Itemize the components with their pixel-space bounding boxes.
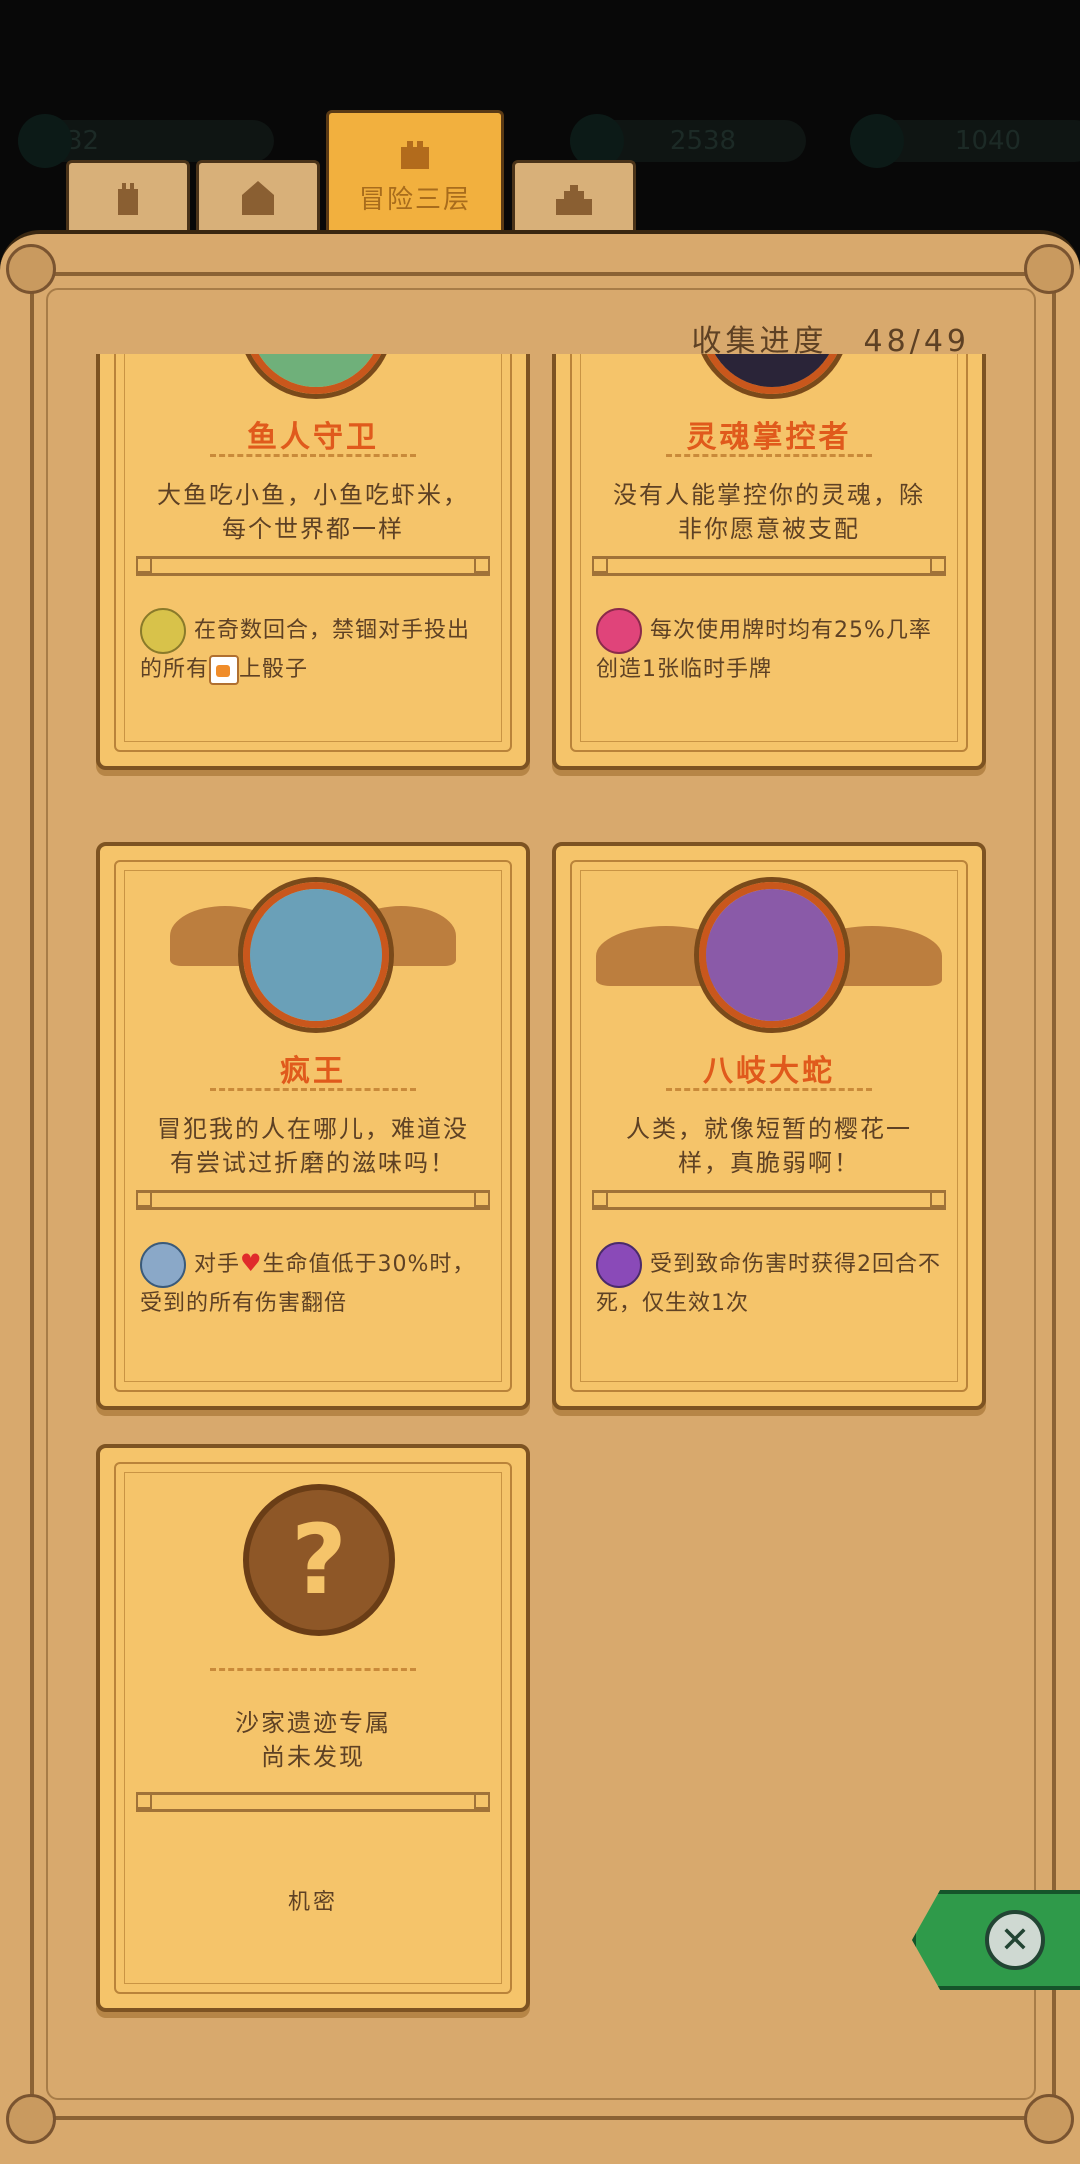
- tab-tower-1[interactable]: [66, 160, 190, 231]
- card-soul-controller[interactable]: 灵魂掌控者 没有人能掌控你的灵魂，除非你愿意被支配 每次使用牌时均有25%几率创…: [552, 354, 986, 770]
- card-divider: [592, 1190, 946, 1210]
- card-divider: [136, 556, 490, 576]
- mad-king-portrait: [243, 882, 389, 1028]
- card-quote: 人类，就像短暂的樱花一样，真脆弱啊！: [626, 1115, 912, 1177]
- serpent-icon: [596, 1242, 642, 1288]
- card-quote: 大鱼吃小鱼，小鱼吃虾米，每个世界都一样: [157, 481, 469, 543]
- card-list[interactable]: 鱼人守卫 大鱼吃小鱼，小鱼吃虾米，每个世界都一样 在奇数回合，禁锢对手投出的所有…: [0, 354, 1080, 2044]
- heart-icon: ♥: [240, 1249, 263, 1277]
- close-button[interactable]: ✕: [912, 1890, 1080, 1990]
- chain-coin-icon: [140, 608, 186, 654]
- coins-display: 1040: [850, 114, 1080, 168]
- card-fish-guard[interactable]: 鱼人守卫 大鱼吃小鱼，小鱼吃虾米，每个世界都一样 在奇数回合，禁锢对手投出的所有…: [96, 354, 530, 770]
- tab-adventure[interactable]: 冒险三层: [326, 110, 504, 231]
- question-mark-icon: ?: [243, 1484, 395, 1636]
- card-name: 疯王: [280, 1054, 346, 1089]
- fortress-icon: [401, 140, 429, 169]
- level-icon: [18, 114, 72, 168]
- card-name: 八岐大蛇: [703, 1054, 835, 1089]
- corner-ornament: [6, 244, 56, 294]
- castle-icon: [242, 181, 274, 215]
- card-quote: 没有人能掌控你的灵魂，除非你愿意被支配: [613, 481, 925, 543]
- tab-adventure-label: 冒险三层: [358, 184, 471, 215]
- card-divider: [136, 1792, 490, 1812]
- horn-icon: [140, 1242, 186, 1288]
- dice-icon: [209, 655, 240, 685]
- card-ability: 在奇数回合，禁锢对手投出的所有 上骰子: [140, 608, 492, 686]
- soul-icon: [596, 608, 642, 654]
- orochi-portrait: [699, 882, 845, 1028]
- card-ability: 对手♥生命值低于30%时，受到的所有伤害翻倍: [140, 1242, 492, 1320]
- tab-tower-2[interactable]: [196, 160, 320, 231]
- corner-ornament: [1024, 2094, 1074, 2144]
- card-name: 灵魂掌控者: [686, 420, 852, 455]
- card-ability: 受到致命伤害时获得2回合不死，仅生效1次: [596, 1242, 948, 1320]
- coin-icon: [850, 114, 904, 168]
- card-quote: 冒犯我的人在哪儿，难道没有尝试过折磨的滋味吗！: [157, 1115, 469, 1177]
- palace-icon: [556, 185, 592, 215]
- card-locked[interactable]: ? 沙家遗迹专属 尚未发现 机密: [96, 1444, 530, 2012]
- card-divider: [136, 1190, 490, 1210]
- corner-ornament: [1024, 244, 1074, 294]
- card-divider: [592, 556, 946, 576]
- card-ability: 每次使用牌时均有25%几率创造1张临时手牌: [596, 608, 948, 686]
- card-orochi[interactable]: 八岐大蛇 人类，就像短暂的樱花一样，真脆弱啊！ 受到致命伤害时获得2回合不死，仅…: [552, 842, 986, 1410]
- close-icon: ✕: [985, 1910, 1045, 1970]
- card-name: 鱼人守卫: [247, 420, 379, 455]
- card-mad-king[interactable]: 疯王 冒犯我的人在哪儿，难道没有尝试过折磨的滋味吗！ 对手♥生命值低于30%时，…: [96, 842, 530, 1410]
- corner-ornament: [6, 2094, 56, 2144]
- tower-icon: [118, 183, 138, 215]
- gems-display: 2538: [570, 114, 806, 168]
- level-display: 32: [18, 114, 274, 168]
- tab-tower-4[interactable]: [512, 160, 636, 231]
- card-secret: 机密: [287, 1890, 338, 1915]
- card-locked-title: 沙家遗迹专属 尚未发现: [235, 1709, 391, 1771]
